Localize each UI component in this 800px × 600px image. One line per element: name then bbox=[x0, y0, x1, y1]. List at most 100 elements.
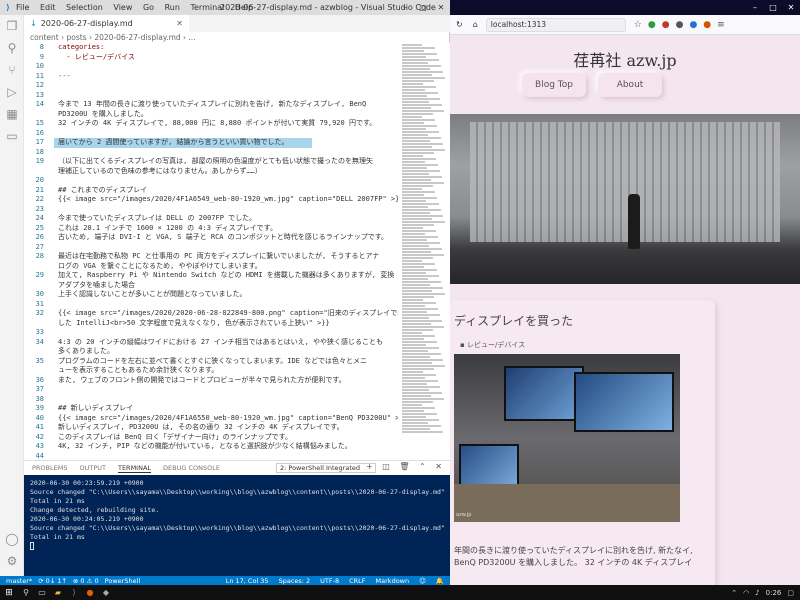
breadcrumb[interactable]: content › posts › 2020-06-27-display.md … bbox=[24, 32, 450, 43]
tab-terminal[interactable]: TERMINAL bbox=[117, 464, 152, 473]
add-terminal-icon[interactable]: + bbox=[366, 462, 373, 471]
code-line[interactable]: 多くありました。 bbox=[24, 347, 398, 357]
code-line[interactable]: アダプタを噛ました場合 bbox=[24, 281, 398, 291]
extension-icon-1[interactable]: ● bbox=[648, 20, 656, 30]
code-line[interactable]: 34 4:3 の 20 インチの縦幅はワイドにおける 27 インチ相当ではあるとは… bbox=[24, 338, 398, 348]
code-line[interactable]: 10 bbox=[24, 62, 398, 72]
maximize-icon[interactable]: □ bbox=[414, 0, 432, 15]
code-line[interactable]: 15 32 インチの 4K ディスプレイで, 88,000 円に 8,880 ポイ… bbox=[24, 119, 398, 129]
star-icon[interactable]: ☆ bbox=[634, 20, 642, 30]
code-line[interactable]: 14 今まで 13 年間の長きに渡り使っていたディスプレイに別れを告げ, 新たなデ… bbox=[24, 100, 398, 110]
code-line[interactable]: 41 新しいディスプレイ, PD3200U は, その名の通り 32 インチの 4… bbox=[24, 423, 398, 433]
code-line[interactable]: 8 categories: bbox=[24, 43, 398, 53]
reload-icon[interactable]: ↻ bbox=[456, 20, 463, 29]
minimize-icon[interactable]: – bbox=[396, 0, 414, 15]
status-position[interactable]: Ln 17, Col 35 bbox=[226, 577, 269, 585]
menu-file[interactable]: File bbox=[16, 3, 29, 12]
status-language[interactable]: Markdown bbox=[376, 577, 410, 585]
close-panel-icon[interactable]: ✕ bbox=[435, 462, 442, 471]
address-bar[interactable]: localhost:1313 bbox=[485, 17, 626, 32]
browser-maximize-icon[interactable]: □ bbox=[764, 0, 782, 15]
gear-icon[interactable]: ⚙ bbox=[0, 550, 24, 572]
code-line[interactable]: PD3200U を購入しました。 bbox=[24, 110, 398, 120]
code-line[interactable]: 44 bbox=[24, 452, 398, 461]
code-line[interactable]: 24 今まで使っていたディスプレイは DELL の 2007FP でした。 bbox=[24, 214, 398, 224]
tab-close-icon[interactable]: ✕ bbox=[176, 19, 183, 28]
code-line[interactable]: 12 bbox=[24, 81, 398, 91]
code-line[interactable]: 11 --- bbox=[24, 72, 398, 82]
source-control-icon[interactable]: ⑂ bbox=[0, 59, 24, 81]
code-line[interactable]: ログの VGA を繋ぐことになるため, ややぼやけてしまいます。 bbox=[24, 262, 398, 272]
code-line[interactable]: 38 bbox=[24, 395, 398, 405]
code-line[interactable]: 17 届いてから 2 週間使っていますが, 結論から言うといい買い物でした。 bbox=[24, 138, 398, 148]
post-image[interactable]: azw.jp bbox=[454, 354, 680, 522]
bell-icon[interactable]: 🔔 bbox=[436, 577, 444, 585]
trash-icon[interactable]: 🗑 bbox=[399, 462, 409, 471]
app-taskbar-icon[interactable]: ◆ bbox=[98, 588, 114, 597]
code-line[interactable]: 42 このディスプレイは BenQ 曰く「デザイナー向け」のラインナップです。 bbox=[24, 433, 398, 443]
code-line[interactable]: 20 bbox=[24, 176, 398, 186]
menu-run[interactable]: Run bbox=[165, 3, 180, 12]
code-line[interactable]: 30 上手く認識しないことが多いことが問題となっていました。 bbox=[24, 290, 398, 300]
feedback-icon[interactable]: ☺ bbox=[419, 577, 426, 585]
code-line[interactable]: 21 ## これまでのディスプレイ bbox=[24, 186, 398, 196]
close-icon[interactable]: ✕ bbox=[432, 0, 450, 15]
explorer-icon[interactable]: ❐ bbox=[0, 15, 24, 37]
nav-blog-top-button[interactable]: Blog Top bbox=[522, 73, 586, 97]
remote-icon[interactable]: ▭ bbox=[0, 125, 24, 147]
task-view-icon[interactable]: ▭ bbox=[34, 588, 50, 597]
code-line[interactable]: ューを表示することもあるため余計狭くなります。 bbox=[24, 366, 398, 376]
tab-debug-console[interactable]: DEBUG CONSOLE bbox=[163, 464, 220, 472]
minimap[interactable] bbox=[398, 43, 450, 460]
windows-start-icon[interactable]: ⊞ bbox=[0, 588, 18, 598]
menu-edit[interactable]: Edit bbox=[40, 3, 56, 12]
chevron-up-icon[interactable]: ⌃ bbox=[419, 462, 426, 471]
code-line[interactable]: 33 bbox=[24, 328, 398, 338]
code-line[interactable]: 31 bbox=[24, 300, 398, 310]
split-terminal-icon[interactable]: ◫ bbox=[382, 462, 390, 471]
menu-go[interactable]: Go bbox=[143, 3, 154, 12]
search-icon[interactable]: ⚲ bbox=[0, 37, 24, 59]
code-line[interactable]: 29 加えて, Raspberry Pi や Nintendo Switch など… bbox=[24, 271, 398, 281]
code-line[interactable]: 13 bbox=[24, 91, 398, 101]
extension-icon-4[interactable]: ● bbox=[689, 20, 697, 30]
post-card[interactable]: ディスプレイを買った ▪ レビュー/デバイス azw.jp 年間の長きに渡り使っ… bbox=[450, 300, 715, 585]
tab-2020-06-27-display[interactable]: ↓ 2020-06-27-display.md ✕ bbox=[24, 15, 189, 32]
code-line[interactable]: 16 bbox=[24, 129, 398, 139]
code-line[interactable]: 理補正しているので色味の参考にはなりません。あしからず……） bbox=[24, 167, 398, 177]
status-eol[interactable]: CRLF bbox=[349, 577, 365, 585]
terminal[interactable]: 2020-06-30 00:23:59.219 +0900 Source cha… bbox=[24, 475, 450, 577]
network-icon[interactable]: ◠ bbox=[743, 589, 749, 597]
home-icon[interactable]: ⌂ bbox=[473, 20, 478, 29]
extension-icon-5[interactable]: ● bbox=[703, 20, 711, 30]
firefox-taskbar-icon[interactable]: ● bbox=[82, 588, 98, 597]
post-title[interactable]: ディスプレイを買った bbox=[454, 312, 573, 329]
clock[interactable]: 0:26 bbox=[766, 589, 782, 597]
status-branch[interactable]: master* bbox=[6, 577, 32, 585]
code-line[interactable]: 22 {{< image src="/images/2020/4F1A6549_w… bbox=[24, 195, 398, 205]
tab-output[interactable]: OUTPUT bbox=[79, 464, 106, 472]
vscode-taskbar-icon[interactable]: ⟩ bbox=[66, 588, 82, 597]
nav-about-button[interactable]: About bbox=[598, 73, 662, 97]
code-line[interactable]: 18 bbox=[24, 148, 398, 158]
browser-close-icon[interactable]: ✕ bbox=[782, 0, 800, 15]
code-line[interactable]: 28 最近は在宅勤務で私物 PC と仕事用の PC 両方をディスプレイに繋いでいま… bbox=[24, 252, 398, 262]
code-line[interactable]: 25 これは 20.1 インチで 1600 × 1200 の 4:3 ディスプレイ… bbox=[24, 224, 398, 234]
code-line[interactable]: 27 bbox=[24, 243, 398, 253]
notification-icon[interactable]: ▢ bbox=[787, 589, 794, 597]
site-title[interactable]: 荏苒社 azw.jp bbox=[450, 47, 800, 71]
extensions-icon[interactable]: ▦ bbox=[0, 103, 24, 125]
code-line[interactable]: した IntelliJ<br>50 文字程度で見えなくなり, 色が表示されている… bbox=[24, 319, 398, 329]
account-icon[interactable]: ◯ bbox=[0, 528, 24, 550]
browser-minimize-icon[interactable]: – bbox=[746, 0, 764, 15]
menu-icon[interactable]: ≡ bbox=[717, 20, 725, 30]
code-line[interactable]: 23 bbox=[24, 205, 398, 215]
file-explorer-icon[interactable]: ▰ bbox=[50, 588, 66, 597]
tray-chevron-icon[interactable]: ⌃ bbox=[731, 589, 737, 597]
status-shell[interactable]: PowerShell bbox=[105, 577, 141, 585]
status-sync[interactable]: ⟳ 0↓ 1↑ bbox=[38, 577, 67, 585]
code-line[interactable]: 26 古いため, 端子は DVI-I と VGA, S 端子と RCA のコンポジ… bbox=[24, 233, 398, 243]
search-taskbar-icon[interactable]: ⚲ bbox=[18, 588, 34, 597]
extension-icon-3[interactable]: ● bbox=[676, 20, 684, 30]
code-line[interactable]: 19 （以下に出てくるディスプレイの写真は, 部屋の照明の色温度がとても低い状態で… bbox=[24, 157, 398, 167]
